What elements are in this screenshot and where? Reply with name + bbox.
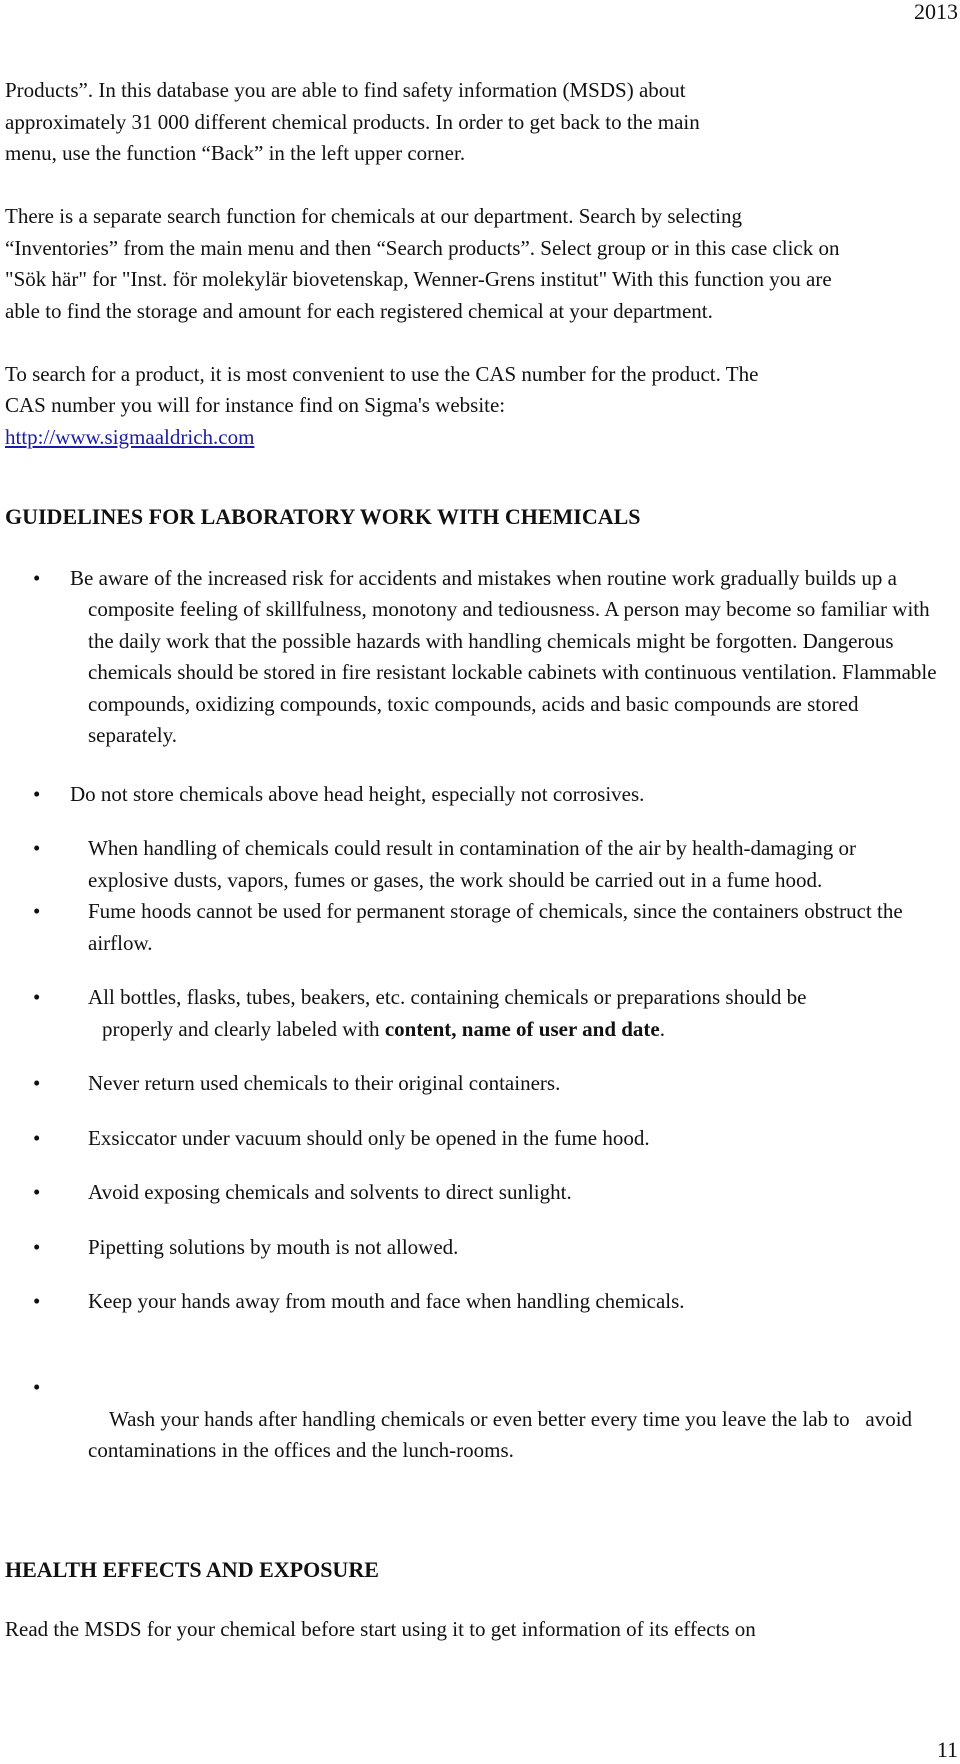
bullet-icon: • [33, 1071, 41, 1095]
bullet-icon: • [33, 836, 41, 860]
guideline-text: Never return used chemicals to their ori… [88, 1071, 561, 1095]
guideline-text-line2: properly and clearly labeled with conten… [88, 1014, 958, 1046]
guideline-item: • Be aware of the increased risk for acc… [5, 563, 938, 752]
bullet-icon: • [33, 1289, 41, 1313]
guideline-text: Avoid exposing chemicals and solvents to… [88, 1180, 572, 1204]
intro-paragraph-msds: Products”. In this database you are able… [5, 78, 700, 165]
guideline-item: • When handling of chemicals could resul… [5, 833, 938, 896]
guideline-item: • Do not store chemicals above head heig… [5, 779, 955, 811]
bullet-icon: • [33, 985, 41, 1009]
page-number: 11 [936, 1737, 958, 1762]
guideline-text: Fume hoods cannot be used for permanent … [88, 899, 903, 955]
intro-paragraph-cas: To search for a product, it is most conv… [5, 361, 759, 418]
bullet-icon: • [33, 781, 41, 806]
guideline-text: Pipetting solutions by mouth is not allo… [88, 1234, 459, 1259]
guideline-text: Be aware of the increased risk for accid… [70, 565, 937, 748]
page-year: 2013 [914, 0, 958, 24]
guideline-item: • Fume hoods cannot be used for permanen… [5, 896, 953, 959]
guideline-text: Exsiccator under vacuum should only be o… [88, 1125, 650, 1150]
bullet-icon: • [33, 1375, 41, 1399]
guideline-text-line1: All bottles, flasks, tubes, beakers, etc… [88, 985, 807, 1009]
sigma-aldrich-link[interactable]: http://www.sigmaaldrich.com [5, 425, 254, 449]
health-paragraph: Read the MSDS for your chemical before s… [5, 1616, 756, 1641]
guideline-item: • All bottles, flasks, tubes, beakers, e… [5, 982, 958, 1045]
bullet-icon: • [33, 1125, 41, 1150]
bullet-icon: • [33, 565, 41, 590]
guidelines-heading: GUIDELINES FOR LABORATORY WORK WITH CHEM… [5, 504, 641, 529]
guideline-item: • Keep your hands away from mouth and fa… [5, 1286, 955, 1318]
guideline-text: When handling of chemicals could result … [88, 836, 857, 892]
bullet-icon: • [33, 899, 41, 923]
bullet-icon: • [33, 1180, 41, 1204]
guideline-text: Do not store chemicals above head height… [70, 781, 645, 806]
guideline-item: • Wash your hands after handling chemica… [5, 1341, 958, 1499]
document-body: Products”. In this database you are able… [5, 75, 955, 1645]
guideline-text-bold: content, name of user and date [384, 1016, 660, 1041]
guideline-text: Wash your hands after handling chemicals… [88, 1406, 918, 1463]
guideline-text-suffix: . [659, 1016, 666, 1041]
health-heading: HEALTH EFFECTS AND EXPOSURE [5, 1557, 379, 1582]
guideline-item: • Exsiccator under vacuum should only be… [5, 1123, 955, 1155]
guideline-item: • Never return used chemicals to their o… [5, 1068, 955, 1100]
guideline-item: • Pipetting solutions by mouth is not al… [5, 1232, 955, 1264]
guideline-text-prefix: properly and clearly labeled with [102, 1016, 385, 1041]
guideline-item: • Avoid exposing chemicals and solvents … [5, 1177, 955, 1209]
sigma-link-line: http://www.sigmaaldrich.com [5, 422, 955, 454]
guideline-text: Keep your hands away from mouth and face… [88, 1289, 685, 1313]
intro-paragraph-inventory: There is a separate search function for … [5, 204, 840, 323]
bullet-icon: • [33, 1234, 41, 1259]
